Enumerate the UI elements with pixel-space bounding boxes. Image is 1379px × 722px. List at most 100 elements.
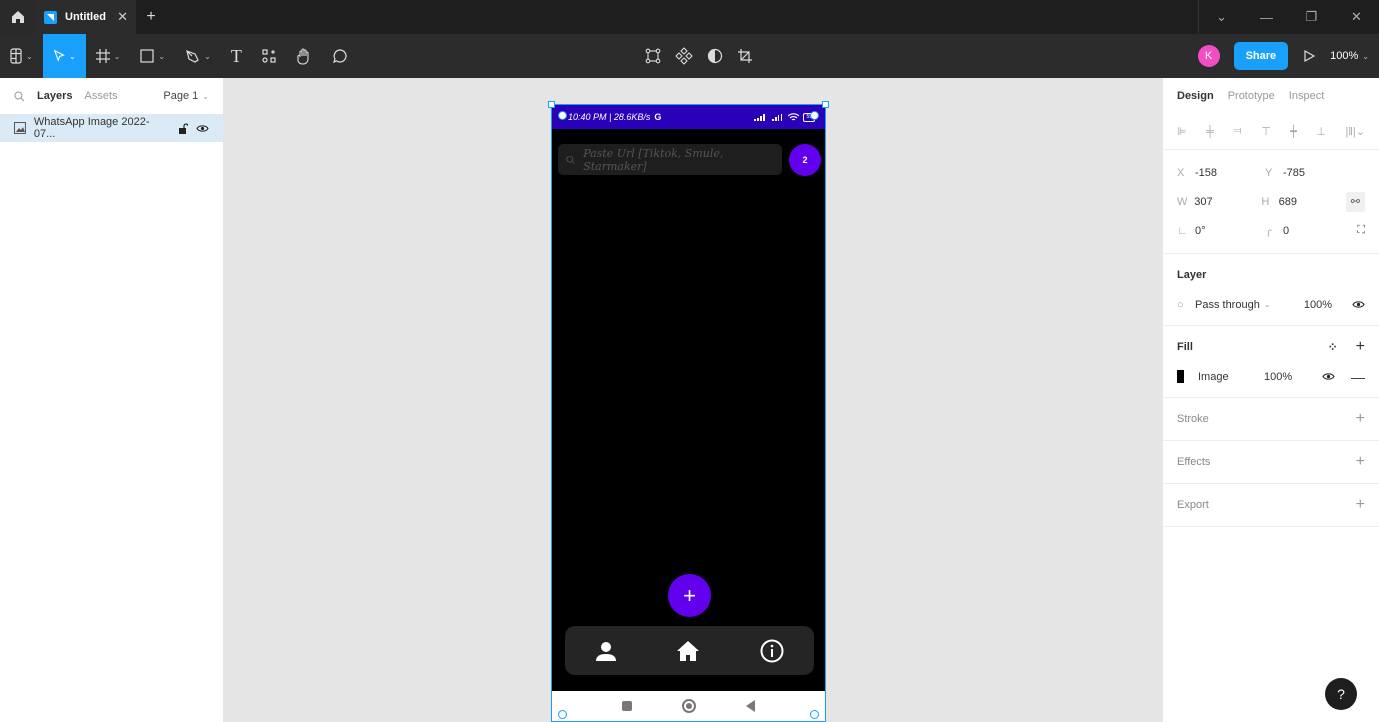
align-right-icon[interactable]: ⫤ [1233,125,1241,138]
present-play-icon[interactable] [1302,49,1316,63]
frame-tool[interactable]: ⌄ [86,34,131,78]
add-export-icon[interactable]: + [1356,496,1365,514]
home-button[interactable] [0,0,36,34]
search-icon[interactable] [14,91,25,102]
corner-radius-handle[interactable] [558,710,567,719]
chevron-down-icon: ⌄ [26,51,33,61]
shape-tool[interactable]: ⌄ [130,34,175,78]
home-icon[interactable] [676,640,700,662]
add-stroke-icon[interactable]: + [1356,410,1365,428]
tab-inspect[interactable]: Inspect [1289,90,1324,102]
eye-icon[interactable] [196,124,209,133]
close-tab-icon[interactable]: ✕ [117,9,128,25]
resources-icon [262,49,276,63]
align-bottom-icon[interactable]: ⊥ [1316,125,1326,138]
mask-icon[interactable] [707,48,723,64]
title-bar: Untitled ✕ + ⌄ — ❐ ✕ [0,0,1379,34]
chevron-down-icon: ⌄ [1362,51,1369,61]
tab-layers[interactable]: Layers [37,90,72,102]
align-horizontal-center-icon[interactable]: ╪ [1206,126,1214,138]
info-icon[interactable] [760,639,784,663]
resources-tool[interactable] [252,34,286,78]
text-icon: T [230,45,242,66]
layer-opacity[interactable]: 100% [1304,299,1332,311]
hand-tool[interactable] [286,34,322,78]
blend-mode-dropdown[interactable]: Pass through [1195,299,1260,311]
eye-icon[interactable] [1352,300,1365,309]
network-type: G [654,112,662,122]
distribute-icon[interactable]: |‖|⌄ [1346,125,1365,138]
corner-radius-handle[interactable] [810,111,819,120]
effects-section: Effects + [1163,440,1379,483]
component-icon[interactable] [675,47,693,65]
move-tool[interactable]: ⌄ [42,34,86,78]
restore-button[interactable]: ❐ [1289,0,1334,34]
tab-title: Untitled [65,11,106,23]
user-avatar[interactable]: K [1197,45,1220,67]
recents-icon[interactable] [621,701,632,711]
url-search-field[interactable]: Paste Url [Tiktok, Smule, Starmaker] [558,144,782,175]
layer-item[interactable]: WhatsApp Image 2022-07... [0,114,223,142]
comment-icon [332,49,347,64]
text-tool[interactable]: T [221,34,252,78]
unlock-icon[interactable] [178,122,188,134]
layer-title: Layer [1177,269,1207,281]
add-fill-icon[interactable]: + [1356,338,1365,356]
align-top-icon[interactable]: ⊤ [1261,125,1271,138]
main-menu-button[interactable]: ⌄ [0,34,43,78]
close-window-button[interactable]: ✕ [1334,0,1379,34]
file-tab[interactable]: Untitled ✕ [36,0,136,34]
bottom-navigation [565,626,814,675]
add-effect-icon[interactable]: + [1356,453,1365,471]
tab-prototype[interactable]: Prototype [1228,90,1275,102]
image-layer-icon [14,122,26,134]
y-input[interactable]: -785 [1283,167,1353,179]
x-input[interactable]: -158 [1195,167,1265,179]
corner-radius-handle[interactable] [558,111,567,120]
align-vertical-center-icon[interactable]: ┿ [1290,125,1297,138]
frame-icon [95,49,110,63]
corner-radius-input[interactable]: 0 [1283,225,1353,237]
canvas[interactable]: 10:40 PM | 28.6KB/s G 59 Paste Url [Tikt… [224,78,1162,722]
phone-status-bar: 10:40 PM | 28.6KB/s G 59 [552,105,825,129]
styles-icon[interactable]: ⁘ [1328,340,1338,354]
help-button[interactable]: ? [1325,678,1357,710]
width-input[interactable]: 307 [1194,196,1261,208]
crop-icon[interactable] [737,48,753,64]
new-tab-button[interactable]: + [136,0,166,34]
corner-radius-handle[interactable] [810,710,819,719]
back-icon[interactable] [745,700,756,712]
zoom-dropdown[interactable]: 100% ⌄ [1330,50,1369,62]
minimize-button[interactable]: — [1244,0,1289,34]
share-button[interactable]: Share [1233,42,1289,70]
fill-opacity[interactable]: 100% [1264,371,1292,383]
signal-icon [772,113,783,121]
add-fab-button[interactable]: + [668,574,711,617]
comment-tool[interactable] [322,34,358,78]
constrain-proportions-icon[interactable]: ⚯ [1345,191,1365,212]
height-input[interactable]: 689 [1279,196,1346,208]
page-selector[interactable]: Page 1 ⌄ [163,90,209,102]
eye-icon[interactable] [1322,372,1335,381]
selected-image-frame[interactable]: 10:40 PM | 28.6KB/s G 59 Paste Url [Tikt… [548,101,829,722]
resize-handle[interactable] [548,101,555,108]
tab-assets[interactable]: Assets [84,90,117,102]
chevron-down-icon: ⌄ [1263,300,1271,309]
tab-design[interactable]: Design [1177,90,1214,102]
fill-swatch[interactable] [1177,370,1184,383]
fill-type[interactable]: Image [1198,371,1264,383]
pen-tool[interactable]: ⌄ [175,34,221,78]
chevron-down-icon: ⌄ [158,51,166,61]
rotation-input[interactable]: 0° [1195,225,1265,237]
remove-fill-icon[interactable]: — [1351,369,1365,385]
count-badge[interactable]: 2 [789,144,821,176]
effects-title: Effects [1177,456,1211,468]
home-circle-icon[interactable] [681,699,696,713]
align-left-icon[interactable]: ⊫ [1177,125,1187,138]
w-label: W [1177,195,1188,208]
person-icon[interactable] [595,640,617,662]
edit-object-icon[interactable] [645,48,661,64]
window-menu-button[interactable]: ⌄ [1199,0,1244,34]
resize-handle[interactable] [822,101,829,108]
independent-corners-icon[interactable]: ⛶ [1357,224,1365,237]
